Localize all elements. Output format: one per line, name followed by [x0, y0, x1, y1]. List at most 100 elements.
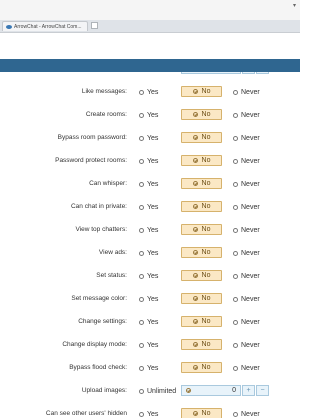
- never-option[interactable]: Never: [233, 108, 260, 122]
- permission-label: View ads:: [98, 249, 127, 256]
- unlimited-option[interactable]: Unlimited: [139, 384, 176, 398]
- radio-button-icon[interactable]: [233, 112, 238, 118]
- yes-option[interactable]: Yes: [139, 338, 158, 352]
- no-option-selected[interactable]: No: [181, 178, 222, 189]
- yes-option[interactable]: Yes: [139, 292, 158, 306]
- increment-button[interactable]: +: [242, 385, 255, 396]
- no-option-selected[interactable]: No: [181, 247, 222, 258]
- option-text: Yes: [147, 157, 159, 165]
- browser-tab[interactable]: ArrowChat - ArrowChat Com...: [2, 21, 88, 31]
- option-text: Never: [241, 157, 260, 165]
- option-text: Yes: [147, 226, 159, 234]
- radio-button-icon[interactable]: [139, 273, 144, 279]
- no-option-selected[interactable]: No: [181, 132, 222, 143]
- number-input[interactable]: 0: [181, 72, 241, 74]
- option-text: No: [201, 295, 211, 302]
- decrement-button[interactable]: −: [256, 72, 269, 74]
- option-text: Never: [241, 180, 260, 188]
- new-tab-button[interactable]: [91, 22, 98, 29]
- never-option[interactable]: Never: [233, 246, 260, 260]
- radio-button-icon[interactable]: [233, 227, 238, 233]
- radio-button-icon[interactable]: [139, 388, 144, 394]
- no-option-selected[interactable]: No: [181, 362, 222, 373]
- never-option[interactable]: Never: [233, 223, 260, 237]
- never-option[interactable]: Never: [233, 177, 260, 191]
- radio-button-icon[interactable]: [139, 204, 144, 210]
- permission-label: Set message color:: [71, 295, 127, 302]
- yes-option[interactable]: Yes: [139, 223, 158, 237]
- increment-button[interactable]: +: [242, 72, 255, 74]
- radio-button-icon[interactable]: [233, 273, 238, 279]
- radio-button-icon[interactable]: [139, 112, 144, 118]
- yes-option[interactable]: Yes: [139, 269, 158, 283]
- radio-button-icon[interactable]: [233, 319, 238, 325]
- radio-button-icon[interactable]: [233, 250, 238, 256]
- no-option-selected[interactable]: No: [181, 316, 222, 327]
- radio-button-icon[interactable]: [233, 342, 238, 348]
- never-option[interactable]: Never: [233, 292, 260, 306]
- radio-button-icon[interactable]: [139, 250, 144, 256]
- yes-option[interactable]: Yes: [139, 200, 158, 214]
- yes-option[interactable]: Yes: [139, 177, 158, 191]
- permission-label: Create rooms:: [85, 111, 127, 118]
- option-text: Yes: [147, 364, 159, 372]
- option-text: Never: [241, 410, 260, 418]
- radio-button-icon[interactable]: [139, 89, 144, 95]
- arrowchat-favicon-icon: [6, 24, 12, 29]
- radio-button-icon[interactable]: [233, 135, 238, 141]
- yes-option[interactable]: Yes: [139, 131, 158, 145]
- yes-option[interactable]: Yes: [139, 407, 158, 418]
- unlimited-option[interactable]: Unlimited: [139, 72, 176, 76]
- option-text: Yes: [147, 249, 159, 257]
- radio-button-icon[interactable]: [233, 411, 238, 417]
- radio-button-icon[interactable]: [233, 89, 238, 95]
- no-option-selected[interactable]: No: [181, 224, 222, 235]
- radio-button-icon[interactable]: [139, 158, 144, 164]
- permission-row: Bypass room password: Yes No Never: [0, 127, 300, 150]
- never-option[interactable]: Never: [233, 85, 260, 99]
- yes-option[interactable]: Yes: [139, 154, 158, 168]
- radio-button-icon[interactable]: [139, 135, 144, 141]
- browser-tab-title: ArrowChat - ArrowChat Com...: [14, 23, 82, 30]
- radio-button-icon[interactable]: [139, 365, 144, 371]
- yes-option[interactable]: Yes: [139, 85, 158, 99]
- permission-label: Password protect rooms:: [55, 157, 127, 164]
- never-option[interactable]: Never: [233, 315, 260, 329]
- number-input[interactable]: 0: [181, 385, 241, 396]
- never-option[interactable]: Never: [233, 407, 260, 418]
- yes-option[interactable]: Yes: [139, 315, 158, 329]
- yes-option[interactable]: Yes: [139, 361, 158, 375]
- no-option-selected[interactable]: No: [181, 155, 222, 166]
- radio-button-icon[interactable]: [233, 204, 238, 210]
- option-text: Never: [241, 226, 260, 234]
- radio-button-icon[interactable]: [139, 342, 144, 348]
- decrement-button[interactable]: −: [256, 385, 269, 396]
- no-option-selected[interactable]: No: [181, 86, 222, 97]
- radio-button-icon[interactable]: [139, 411, 144, 417]
- no-option-selected[interactable]: No: [181, 408, 222, 418]
- radio-button-icon[interactable]: [233, 181, 238, 187]
- chevron-down-icon[interactable]: ▾: [293, 2, 296, 9]
- never-option[interactable]: Never: [233, 269, 260, 283]
- radio-button-icon[interactable]: [139, 181, 144, 187]
- no-option-selected[interactable]: No: [181, 201, 222, 212]
- never-option[interactable]: Never: [233, 131, 260, 145]
- no-option-selected[interactable]: No: [181, 339, 222, 350]
- check-circle-icon: [192, 204, 198, 209]
- no-option-selected[interactable]: No: [181, 109, 222, 120]
- no-option-selected[interactable]: No: [181, 293, 222, 304]
- radio-button-icon[interactable]: [233, 296, 238, 302]
- radio-button-icon[interactable]: [139, 296, 144, 302]
- radio-button-icon[interactable]: [139, 319, 144, 325]
- never-option[interactable]: Never: [233, 200, 260, 214]
- radio-button-icon[interactable]: [233, 365, 238, 371]
- never-option[interactable]: Never: [233, 338, 260, 352]
- never-option[interactable]: Never: [233, 154, 260, 168]
- permission-label: Can whisper:: [89, 180, 127, 187]
- yes-option[interactable]: Yes: [139, 108, 158, 122]
- radio-button-icon[interactable]: [139, 227, 144, 233]
- yes-option[interactable]: Yes: [139, 246, 158, 260]
- no-option-selected[interactable]: No: [181, 270, 222, 281]
- radio-button-icon[interactable]: [233, 158, 238, 164]
- never-option[interactable]: Never: [233, 361, 260, 375]
